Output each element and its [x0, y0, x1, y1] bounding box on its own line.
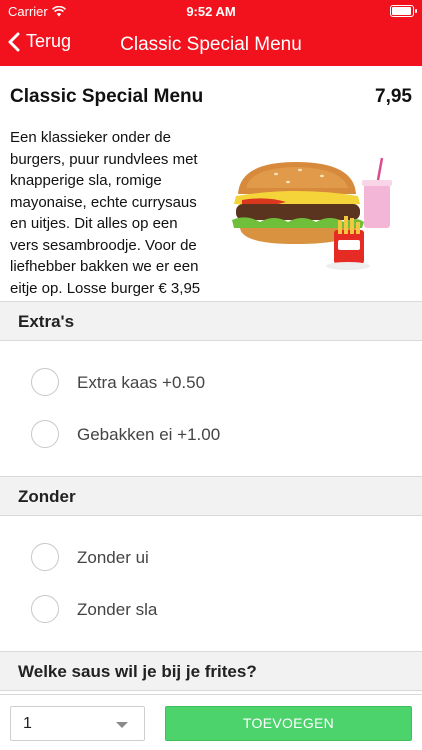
- status-bar: Carrier 9:52 AM: [0, 0, 422, 22]
- option-extra-kaas[interactable]: Extra kaas +0.50: [0, 363, 422, 403]
- bottom-action-bar: 1 TOEVOEGEN: [0, 694, 422, 750]
- section-title: Zonder: [18, 487, 76, 506]
- section-header-zonder: Zonder: [0, 476, 422, 516]
- top-bar: Carrier 9:52 AM Terug Classic Special Me…: [0, 0, 422, 66]
- section-title: Welke saus wil je bij je frites?: [18, 662, 257, 681]
- product-name: Classic Special Menu: [10, 86, 204, 107]
- add-to-order-button[interactable]: TOEVOEGEN: [165, 706, 412, 741]
- battery-icon: [390, 5, 417, 17]
- product-description: Een klassieker onder de burgers, puur ru…: [10, 129, 201, 297]
- option-zonder-ui[interactable]: Zonder ui: [0, 538, 422, 578]
- clock: 9:52 AM: [186, 4, 236, 19]
- section-header-saus: Welke saus wil je bij je frites?: [0, 651, 422, 691]
- section-title: Extra's: [18, 312, 75, 331]
- section-header-extras: Extra's: [0, 301, 422, 341]
- option-label: Gebakken ei +1.00: [77, 425, 221, 444]
- option-label: Extra kaas +0.50: [77, 373, 206, 392]
- radio-button[interactable]: [31, 420, 59, 448]
- navigation-bar: Terug Classic Special Menu: [0, 22, 422, 66]
- nav-title: Classic Special Menu: [120, 34, 302, 55]
- option-label: Zonder ui: [77, 548, 149, 567]
- caret-down-icon: [116, 722, 128, 728]
- option-label: Zonder sla: [77, 600, 158, 619]
- burger-menu-image: [232, 157, 392, 270]
- product-header: Classic Special Menu 7,95: [10, 86, 412, 110]
- quantity-value: 1: [23, 715, 32, 732]
- radio-button[interactable]: [31, 543, 59, 571]
- option-gebakken-ei[interactable]: Gebakken ei +1.00: [0, 415, 422, 455]
- radio-button[interactable]: [31, 595, 59, 623]
- option-zonder-sla[interactable]: Zonder sla: [0, 590, 422, 630]
- quantity-select[interactable]: 1: [10, 706, 145, 741]
- product-price: 7,95: [375, 86, 412, 107]
- radio-button[interactable]: [31, 368, 59, 396]
